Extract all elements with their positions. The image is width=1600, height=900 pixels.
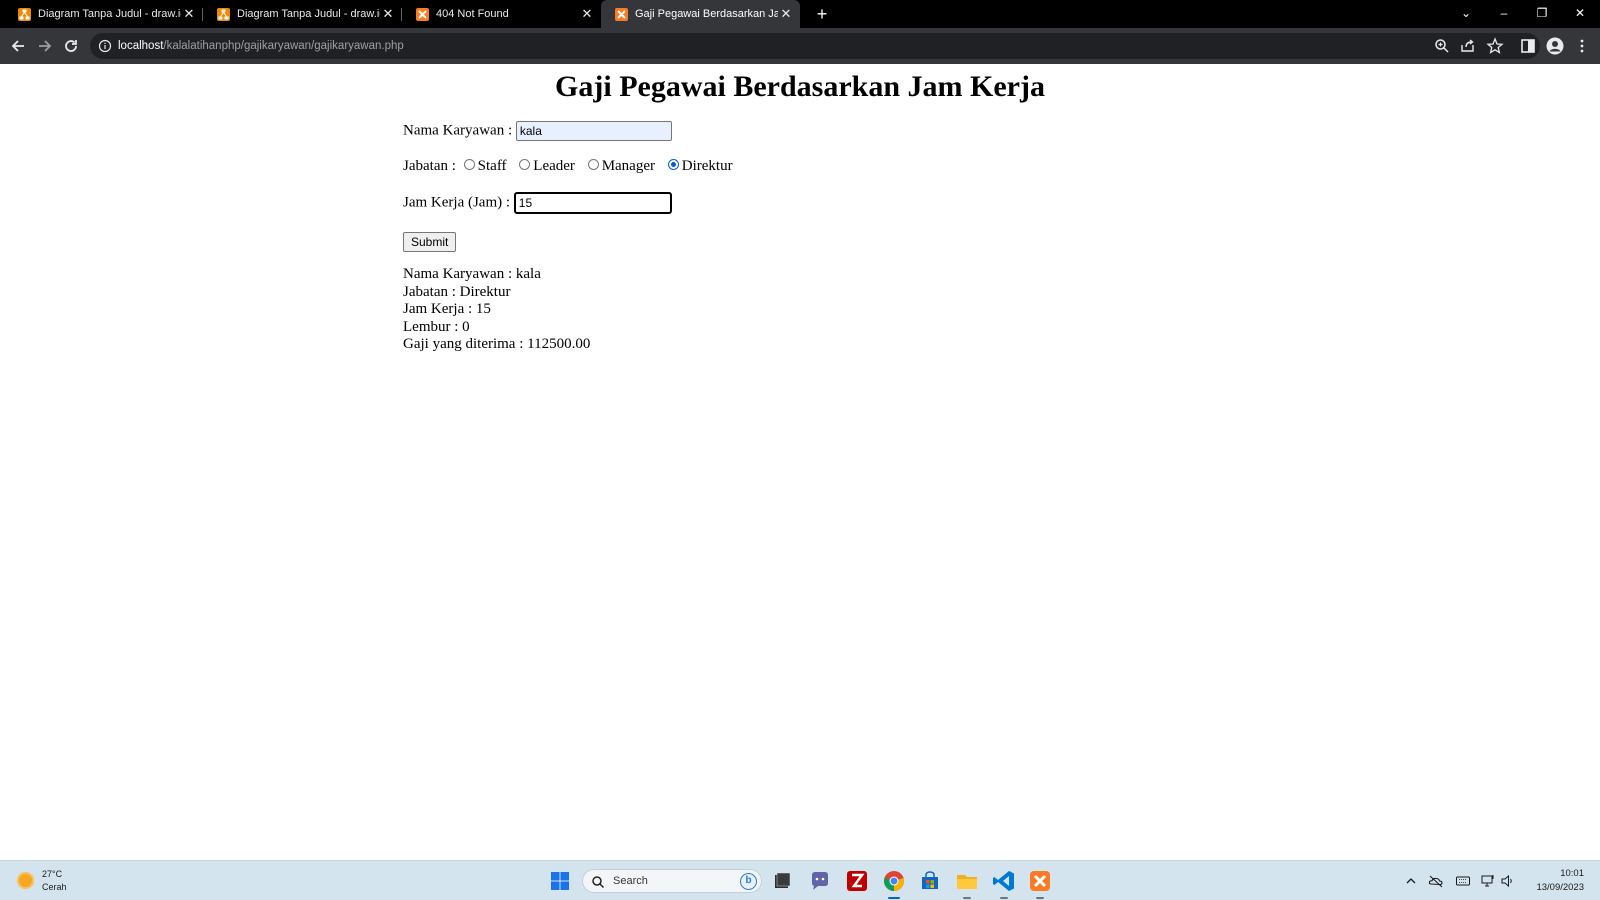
xampp-icon <box>615 7 628 21</box>
submit-button[interactable]: Submit <box>403 232 457 252</box>
windows-start-icon[interactable] <box>551 872 569 890</box>
tab-404[interactable]: 404 Not Found ✕ <box>402 0 601 28</box>
filezilla-icon[interactable] <box>845 869 869 893</box>
back-arrow-icon[interactable] <box>8 36 28 56</box>
name-label: Nama Karyawan : <box>403 122 513 139</box>
drawio-icon <box>217 7 230 21</box>
folder-icon[interactable] <box>955 869 979 893</box>
running-app-indicator <box>1000 897 1008 899</box>
profile-avatar-icon[interactable] <box>1545 36 1565 56</box>
hours-label: Jam Kerja (Jam) : <box>403 194 511 211</box>
close-window-icon[interactable]: ✕ <box>1562 0 1598 28</box>
search-icon <box>592 876 605 889</box>
chevron-up-icon[interactable] <box>1403 873 1419 889</box>
weather-condition[interactable]: Cerah <box>42 882 67 892</box>
radio-leader[interactable] <box>519 159 531 171</box>
network-icon[interactable] <box>1480 873 1496 889</box>
radio-leader-label: Leader <box>533 158 575 174</box>
zoom-icon[interactable] <box>1432 36 1452 56</box>
drawio-icon <box>18 7 31 21</box>
forward-arrow-icon[interactable] <box>35 36 55 56</box>
speaker-icon[interactable] <box>1500 873 1516 889</box>
radio-staff[interactable] <box>463 159 475 171</box>
vscode-icon[interactable] <box>992 869 1016 893</box>
name-input[interactable] <box>515 121 672 141</box>
page-title: Gaji Pegawai Berdasarkan Jam Kerja <box>555 70 1045 103</box>
share-icon[interactable] <box>1458 36 1478 56</box>
tab-title: 404 Not Found <box>436 8 509 20</box>
result-position: Jabatan : Direktur <box>403 283 511 300</box>
onedrive-offline-icon[interactable] <box>1428 873 1444 889</box>
side-panel-icon[interactable] <box>1518 36 1538 56</box>
minimize-icon[interactable]: – <box>1486 0 1522 28</box>
tab-drawio-1[interactable]: Diagram Tanpa Judul - draw.io ✕ <box>4 0 203 28</box>
search-placeholder: Search <box>613 875 648 887</box>
taskbar: 27°C Cerah Search b 10:01 13/09/2023 <box>0 860 1600 900</box>
url-host: localhost <box>118 40 164 52</box>
radio-staff-label: Staff <box>477 158 507 174</box>
store-icon[interactable] <box>918 869 942 893</box>
tab-close-icon[interactable]: ✕ <box>380 6 396 22</box>
radio-manager-label: Manager <box>601 158 655 174</box>
teams-chat-icon[interactable] <box>808 869 832 893</box>
clock-date[interactable]: 13/09/2023 <box>1536 882 1584 893</box>
tab-drawio-2[interactable]: Diagram Tanpa Judul - draw.io ✕ <box>203 0 402 28</box>
result-name: Nama Karyawan : kala <box>403 266 541 282</box>
position-row: Jabatan : Staff Leader Manager Direktur <box>403 158 733 175</box>
browser-toolbar: localhost/kalalatihanphp/gajikaryawan/ga… <box>0 28 1600 64</box>
url-text: localhost/kalalatihanphp/gajikaryawan/ga… <box>118 39 404 53</box>
radio-direktur-label: Direktur <box>681 158 733 174</box>
keyboard-icon[interactable] <box>1455 873 1471 889</box>
address-bar[interactable]: localhost/kalalatihanphp/gajikaryawan/ga… <box>90 33 1540 59</box>
position-label: Jabatan : <box>403 158 456 175</box>
tab-close-icon[interactable]: ✕ <box>579 6 595 22</box>
tab-close-icon[interactable]: ✕ <box>181 6 197 22</box>
tab-title: Gaji Pegawai Berdasarkan Jam Kerja <box>635 8 778 20</box>
active-app-indicator <box>888 897 900 899</box>
result-block: Nama Karyawan : kala Jabatan : Direktur … <box>403 266 590 354</box>
xampp-icon <box>416 7 429 21</box>
tab-close-icon[interactable]: ✕ <box>778 6 794 22</box>
name-row: Nama Karyawan : <box>403 121 672 141</box>
hours-input[interactable] <box>513 192 672 214</box>
page-content: Gaji Pegawai Berdasarkan Jam Kerja Nama … <box>0 64 1600 860</box>
bing-icon[interactable]: b <box>740 873 757 890</box>
bookmark-star-icon[interactable] <box>1485 36 1505 56</box>
chrome-icon[interactable] <box>882 869 906 893</box>
reload-icon[interactable] <box>61 36 81 56</box>
running-app-indicator <box>963 897 971 899</box>
hours-row: Jam Kerja (Jam) : <box>403 192 672 214</box>
menu-kebab-icon[interactable] <box>1572 36 1592 56</box>
taskbar-search[interactable]: Search b <box>582 869 762 893</box>
tab-search-chevron-icon[interactable]: ⌄ <box>1448 0 1484 28</box>
weather-temperature[interactable]: 27°C <box>42 869 62 879</box>
file-explorer-icon[interactable] <box>770 869 794 893</box>
weather-sun-icon[interactable] <box>17 872 34 889</box>
url-path: /kalalatihanphp/gajikaryawan/gajikaryawa… <box>163 40 404 52</box>
running-app-indicator <box>1036 897 1044 899</box>
radio-manager[interactable] <box>587 159 599 171</box>
tab-strip: Diagram Tanpa Judul - draw.io ✕ Diagram … <box>0 0 1600 28</box>
clock-time[interactable]: 10:01 <box>1560 868 1584 879</box>
result-hours: Jam Kerja : 15 <box>403 301 491 317</box>
radio-direktur[interactable] <box>667 159 679 171</box>
xampp-icon[interactable] <box>1028 869 1052 893</box>
result-overtime: Lembur : 0 <box>403 318 470 335</box>
site-info-icon[interactable] <box>98 39 112 53</box>
restore-icon[interactable]: ❐ <box>1524 0 1560 28</box>
result-salary: Gaji yang diterima : 112500.00 <box>403 336 591 352</box>
tab-title: Diagram Tanpa Judul - draw.io <box>237 8 380 20</box>
tab-gaji-pegawai[interactable]: Gaji Pegawai Berdasarkan Jam Kerja ✕ <box>601 0 800 28</box>
tab-title: Diagram Tanpa Judul - draw.io <box>38 8 181 20</box>
new-tab-button[interactable]: + <box>812 4 832 24</box>
